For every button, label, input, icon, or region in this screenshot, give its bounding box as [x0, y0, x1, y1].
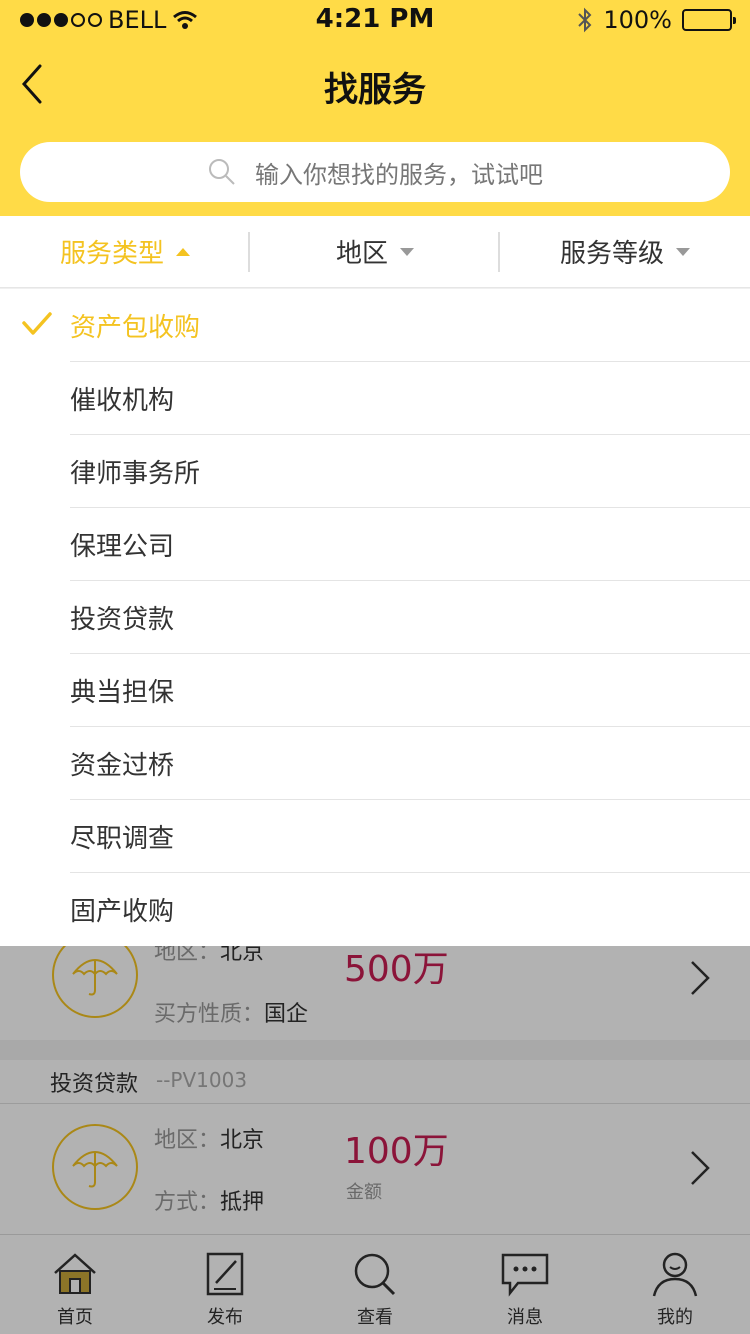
- search-icon: [354, 1253, 396, 1296]
- category-label: 投资贷款: [50, 1072, 139, 1097]
- option-label: 资金过桥: [70, 751, 175, 781]
- dropdown-option[interactable]: 律师事务所: [0, 435, 750, 508]
- caret-up-icon: [176, 247, 190, 256]
- filter-label: 服务类型: [59, 239, 164, 269]
- dropdown-option[interactable]: 尽职调查: [0, 800, 750, 873]
- tab-label: 发布: [207, 1307, 243, 1328]
- option-label: 固产收购: [70, 897, 175, 927]
- list-item[interactable]: 地区：北京 方式：抵押 100万 金额: [0, 1104, 750, 1234]
- dropdown-option[interactable]: 催收机构: [0, 362, 750, 435]
- search-input[interactable]: 输入你想找的服务，试试吧: [20, 142, 730, 202]
- amount-value: 500万: [344, 949, 449, 990]
- nav-bar: 找服务: [0, 40, 750, 128]
- dropdown-option[interactable]: 资产包收购: [0, 289, 750, 362]
- bluetooth-icon: [578, 7, 592, 33]
- list-item[interactable]: 地区：北京 买方性质：国企 500万: [0, 932, 750, 1040]
- check-icon: [22, 312, 52, 335]
- option-label: 资产包收购: [70, 313, 201, 343]
- service-list: 地区：北京 买方性质：国企 500万 投资贷款 --PV1003 地区：北京 方…: [0, 932, 750, 1234]
- status-bar: BELL 4:21 PM 100%: [0, 0, 750, 40]
- option-label: 保理公司: [70, 532, 175, 562]
- status-right: 100%: [577, 6, 736, 34]
- option-label: 催收机构: [70, 386, 175, 416]
- code-label: --PV1003: [156, 1068, 248, 1092]
- caret-down-icon: [676, 247, 690, 256]
- region-row: 地区：北京: [154, 1128, 265, 1153]
- buyer-row: 买方性质：国企: [154, 1002, 309, 1027]
- search-placeholder: 输入你想找的服务，试试吧: [255, 160, 543, 189]
- option-label: 典当担保: [70, 678, 175, 708]
- option-label: 投资贷款: [70, 605, 175, 635]
- filter-label: 服务等级: [559, 239, 664, 269]
- tab-me[interactable]: 我的: [600, 1235, 750, 1334]
- tab-messages[interactable]: 消息: [450, 1235, 600, 1334]
- chevron-right-icon[interactable]: [688, 958, 712, 998]
- filter-service-type[interactable]: 服务类型: [0, 216, 250, 287]
- list-item-header: 投资贷款 --PV1003: [0, 1060, 750, 1104]
- tab-view[interactable]: 查看: [300, 1235, 450, 1334]
- battery-icon: [682, 9, 736, 31]
- umbrella-icon: [52, 1124, 138, 1210]
- filter-service-level[interactable]: 服务等级: [500, 216, 750, 287]
- dropdown-option[interactable]: 典当担保: [0, 654, 750, 727]
- dropdown-option[interactable]: 固产收购: [0, 873, 750, 946]
- tab-label: 消息: [507, 1307, 543, 1328]
- tab-bar: 首页 发布 查看 消息 我的: [0, 1234, 750, 1334]
- message-icon: [501, 1253, 549, 1297]
- amount-value: 100万: [344, 1131, 449, 1172]
- dropdown-option[interactable]: 投资贷款: [0, 581, 750, 654]
- chevron-right-icon[interactable]: [688, 1148, 712, 1188]
- filter-bar: 服务类型 地区 服务等级: [0, 216, 750, 288]
- home-icon: [54, 1253, 96, 1294]
- dropdown-option[interactable]: 资金过桥: [0, 727, 750, 800]
- option-label: 尽职调查: [70, 824, 175, 854]
- method-row: 方式：抵押: [154, 1190, 265, 1215]
- tab-publish[interactable]: 发布: [150, 1235, 300, 1334]
- service-type-dropdown: 资产包收购 催收机构 律师事务所 保理公司 投资贷款 典当担保 资金过桥 尽职调…: [0, 289, 750, 946]
- battery-percent: 100%: [603, 6, 672, 34]
- dropdown-option[interactable]: 保理公司: [0, 508, 750, 581]
- header: BELL 4:21 PM 100% 找服务 输入你想找的服务，试试吧: [0, 0, 750, 216]
- amount-label: 金额: [346, 1182, 382, 1203]
- tab-label: 首页: [57, 1307, 93, 1328]
- tab-label: 我的: [657, 1307, 693, 1328]
- filter-region[interactable]: 地区: [250, 216, 500, 287]
- filter-label: 地区: [335, 239, 388, 269]
- page-title: 找服务: [324, 70, 426, 110]
- search-icon: [209, 159, 235, 185]
- edit-icon: [206, 1252, 244, 1296]
- caret-down-icon: [400, 247, 414, 256]
- tab-label: 查看: [357, 1307, 393, 1328]
- option-label: 律师事务所: [70, 459, 201, 489]
- tab-home[interactable]: 首页: [0, 1235, 150, 1334]
- user-icon: [652, 1252, 698, 1297]
- divider: [0, 1040, 750, 1060]
